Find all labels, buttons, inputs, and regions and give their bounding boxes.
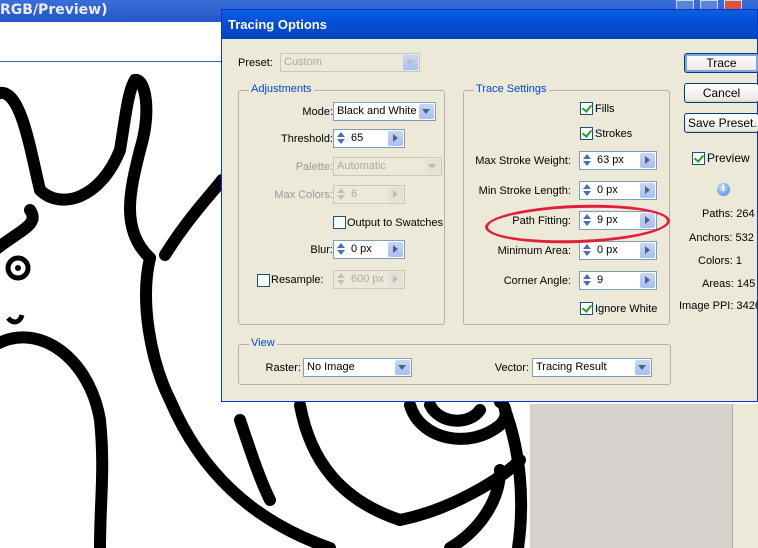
min-stroke-length-value: 0 px — [597, 184, 618, 196]
up-down-icon[interactable] — [336, 132, 346, 145]
up-down-icon[interactable] — [336, 188, 346, 201]
view-group: View Raster: No Image Vector: Tracing Re… — [238, 337, 671, 385]
chevron-right-icon[interactable] — [388, 242, 403, 257]
chevron-right-icon[interactable] — [640, 243, 655, 258]
mode-select[interactable]: Black and White — [333, 102, 436, 121]
fills-checkbox[interactable] — [580, 102, 593, 115]
max-stroke-weight-value: 63 px — [597, 154, 624, 166]
corner-angle-label: Corner Angle: — [503, 275, 571, 287]
minimum-area-value: 0 px — [597, 244, 618, 256]
palette-select[interactable]: Automatic — [333, 157, 442, 176]
mode-label: Mode: — [302, 106, 333, 118]
blur-label: Blur: — [310, 244, 333, 256]
threshold-stepper[interactable]: 65 — [333, 129, 405, 148]
minimum-area-label: Minimum Area: — [497, 245, 571, 257]
up-down-icon[interactable] — [336, 273, 346, 286]
min-stroke-length-label: Min Stroke Length: — [478, 185, 571, 197]
chevron-right-icon[interactable] — [388, 272, 403, 287]
trace-settings-title: Trace Settings — [474, 83, 549, 95]
raster-label: Raster: — [265, 362, 301, 374]
dialog-title: Tracing Options — [228, 17, 327, 32]
chevron-right-icon[interactable] — [640, 153, 655, 168]
corner-angle-stepper[interactable]: 9 — [579, 271, 657, 290]
up-down-icon[interactable] — [336, 243, 346, 256]
resample-checkbox[interactable] — [257, 274, 270, 287]
chevron-down-icon[interactable] — [425, 159, 440, 174]
chevron-right-icon[interactable] — [388, 131, 403, 146]
max-colors-stepper[interactable]: 6 — [333, 185, 405, 204]
tracing-options-dialog: Tracing Options Preset: Custom Adjustmen… — [221, 9, 758, 402]
blur-stepper[interactable]: 0 px — [333, 240, 405, 259]
chevron-right-icon[interactable] — [388, 187, 403, 202]
raster-select[interactable]: No Image — [303, 358, 412, 377]
stat-anchors: Anchors: 532 — [689, 232, 754, 244]
raster-value: No Image — [307, 361, 355, 373]
chevron-down-icon[interactable] — [403, 55, 418, 70]
resample-value: 600 px — [351, 273, 385, 285]
save-preset-button[interactable]: Save Preset... — [684, 113, 758, 133]
threshold-value: 65 — [351, 132, 364, 144]
preset-label: Preset: — [238, 57, 273, 69]
max-stroke-weight-stepper[interactable]: 63 px — [579, 151, 657, 170]
ignore-white-label: Ignore White — [595, 303, 658, 315]
preset-value: Custom — [284, 56, 322, 68]
mode-value: Black and White — [337, 105, 417, 117]
strokes-checkbox[interactable] — [580, 127, 593, 140]
palette-label: Palette: — [295, 161, 333, 173]
min-stroke-length-stepper[interactable]: 0 px — [579, 181, 657, 200]
up-down-icon[interactable] — [582, 184, 592, 197]
dialog-titlebar[interactable]: Tracing Options — [222, 10, 757, 39]
chevron-right-icon[interactable] — [640, 183, 655, 198]
up-down-icon[interactable] — [582, 244, 592, 257]
max-stroke-weight-label: Max Stroke Weight: — [475, 155, 571, 167]
resample-label: Resample: — [271, 274, 324, 286]
chevron-down-icon[interactable] — [419, 104, 434, 119]
chevron-right-icon[interactable] — [640, 273, 655, 288]
resample-stepper[interactable]: 600 px — [333, 270, 405, 289]
strokes-label: Strokes — [595, 128, 633, 140]
output-to-swatches-label: Output to Swatches — [347, 217, 443, 229]
corner-angle-value: 9 — [597, 274, 604, 286]
max-colors-label: Max Colors: — [274, 189, 333, 201]
trace-button[interactable]: Trace — [684, 53, 758, 73]
preset-select[interactable]: Custom — [280, 53, 420, 72]
minimum-area-stepper[interactable]: 0 px — [579, 241, 657, 260]
preview-checkbox[interactable] — [692, 152, 705, 165]
view-title: View — [249, 337, 277, 349]
chevron-down-icon[interactable] — [395, 360, 410, 375]
ignore-white-checkbox[interactable] — [580, 302, 593, 315]
fills-label: Fills — [595, 103, 615, 115]
vector-value: Tracing Result — [536, 361, 607, 373]
stat-paths: Paths: 264 — [702, 208, 755, 220]
info-icon: i — [717, 183, 730, 196]
output-to-swatches-checkbox[interactable] — [333, 216, 346, 229]
adjustments-title: Adjustments — [249, 83, 314, 95]
chevron-down-icon[interactable] — [635, 360, 650, 375]
stat-areas: Areas: 145 — [702, 278, 756, 290]
preview-label: Preview — [707, 151, 750, 165]
palette-value: Automatic — [337, 160, 386, 172]
stat-colors: Colors: 1 — [698, 255, 743, 267]
threshold-label: Threshold: — [281, 133, 333, 145]
vector-label: Vector: — [494, 362, 529, 374]
cancel-button[interactable]: Cancel — [684, 83, 758, 103]
blur-value: 0 px — [351, 243, 372, 255]
up-down-icon[interactable] — [582, 274, 592, 287]
stat-image-ppi: Image PPI: 3426.5 — [679, 300, 758, 312]
vector-select[interactable]: Tracing Result — [532, 358, 652, 377]
adjustments-group: Adjustments Mode: Black and White Thresh… — [238, 83, 445, 325]
max-colors-value: 6 — [351, 188, 358, 200]
up-down-icon[interactable] — [582, 154, 592, 167]
